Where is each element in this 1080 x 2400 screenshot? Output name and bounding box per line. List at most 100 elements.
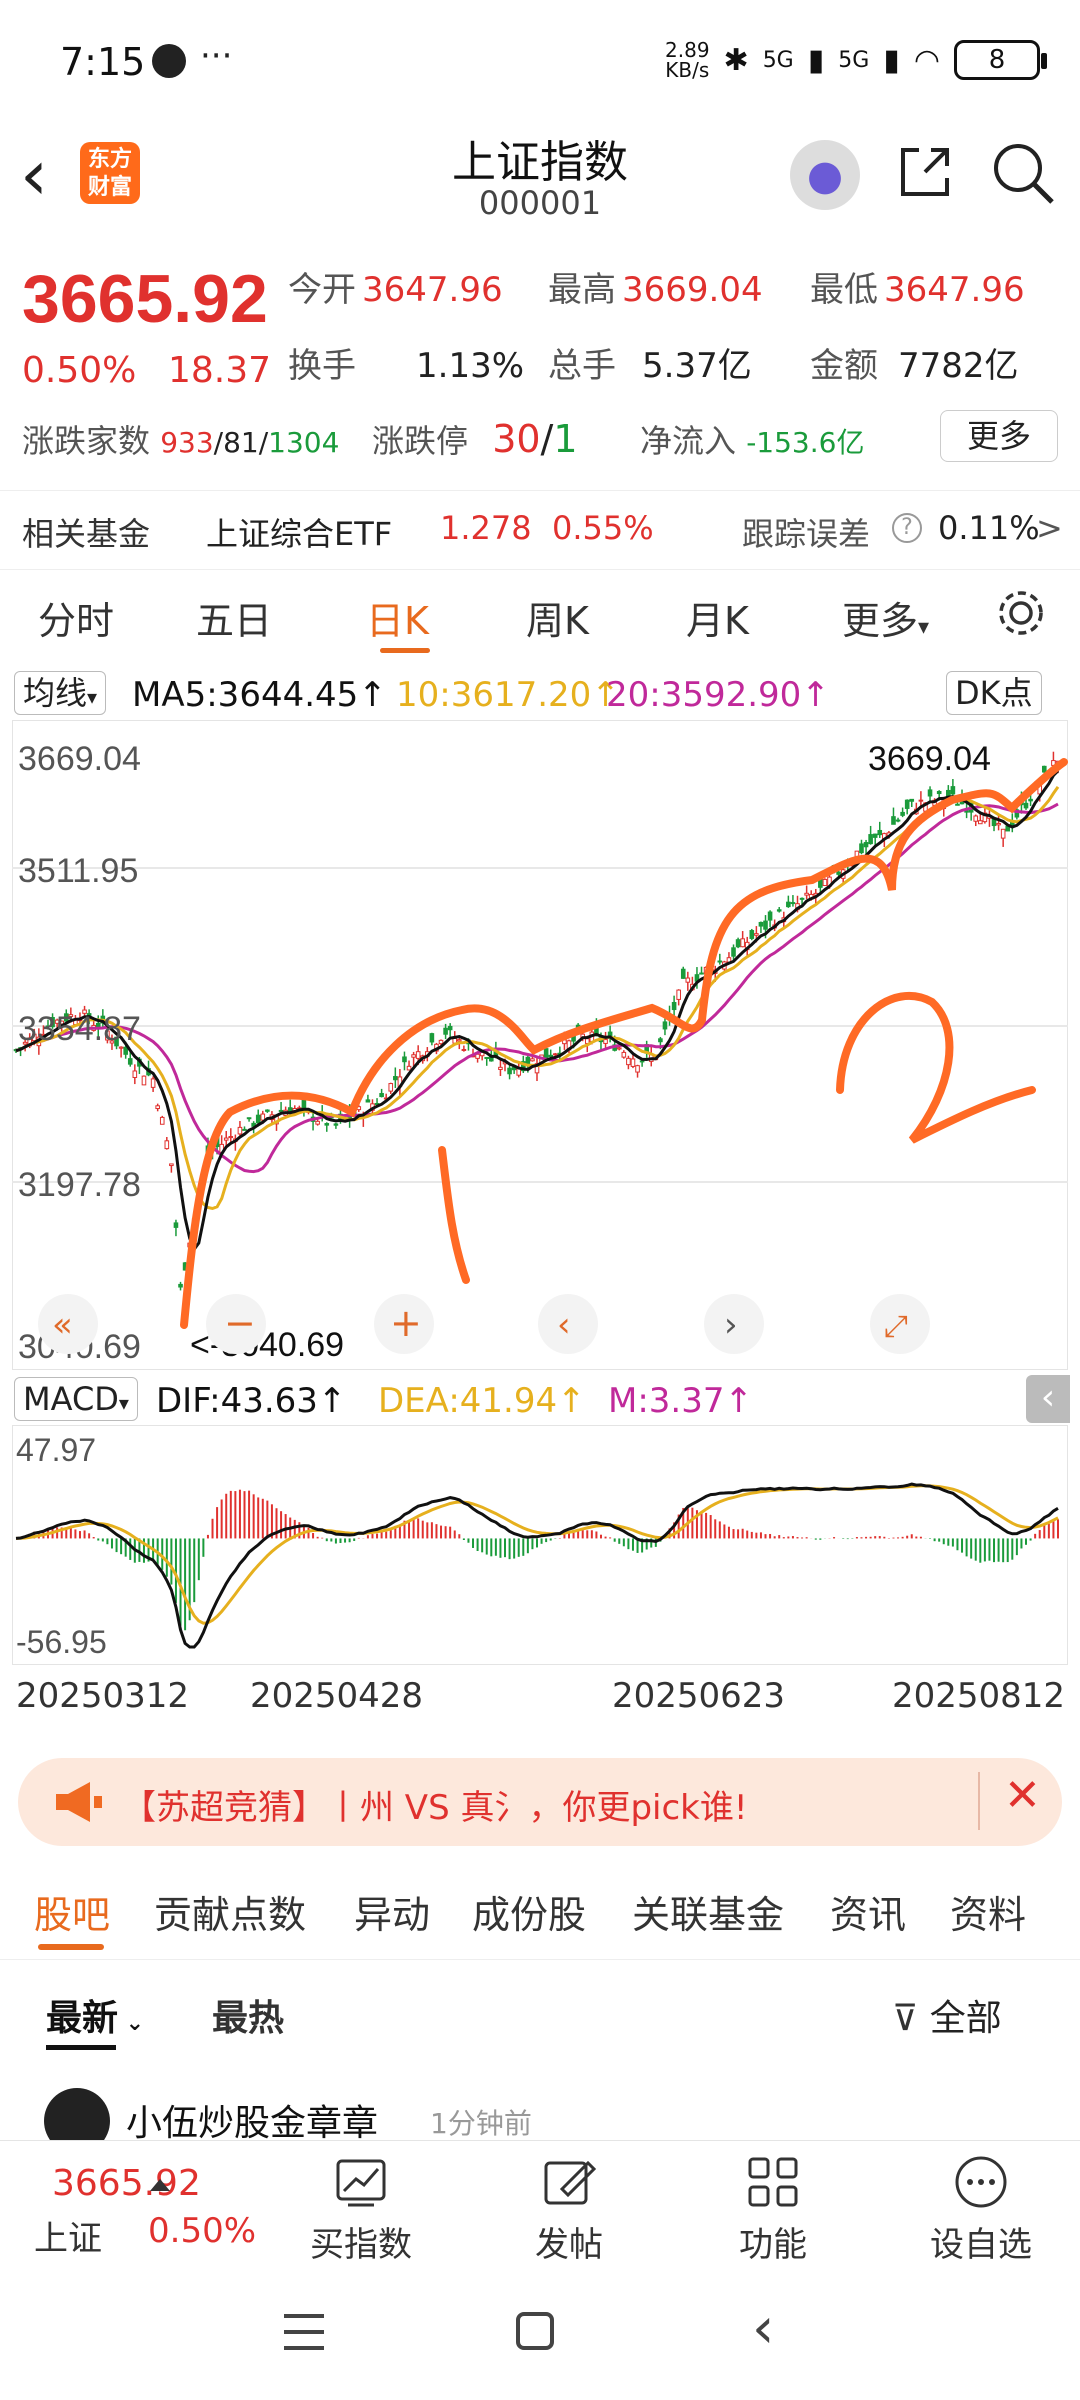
- fund-price: 1.278: [440, 509, 532, 547]
- candle-body: [758, 921, 764, 927]
- candle-body: [141, 1075, 147, 1086]
- chevron-right-icon-chart: ›: [724, 1305, 738, 1345]
- candle-body: [754, 933, 759, 936]
- assistant-robot-icon[interactable]: [790, 140, 860, 210]
- indicator-selector[interactable]: 均线▾: [14, 671, 107, 715]
- candle-body: [429, 1033, 435, 1043]
- functions-button[interactable]: 功能: [698, 2153, 848, 2266]
- edit-icon: [544, 2160, 597, 2205]
- tab-contribution[interactable]: 贡献点数: [154, 1884, 306, 1939]
- help-icon[interactable]: ?: [892, 513, 922, 543]
- status-icons: 2.89 KB/s ✱ 5G ▮ 5G ▮ ◠ 8: [665, 40, 1047, 80]
- candle-body: [228, 1136, 234, 1139]
- candle-body: [1000, 828, 1006, 839]
- candle-body: [164, 1140, 170, 1150]
- candle-body: [799, 897, 805, 900]
- amount-stat: 金额 7782亿: [810, 346, 1019, 386]
- candle-body: [996, 822, 1001, 826]
- candle-body: [178, 1283, 183, 1288]
- kline-chart[interactable]: 3669.04 3511.95 3354.87 3197.78 3040.69 …: [12, 720, 1068, 1370]
- signal-bars-icon-2: ▮: [883, 42, 900, 78]
- filter-icon: ⊽: [892, 1998, 930, 2039]
- limit-stat: 涨跌停 30/1: [372, 417, 578, 461]
- tab-related-funds[interactable]: 关联基金: [632, 1884, 784, 1939]
- candle-body: [900, 811, 905, 816]
- candle-body: [927, 789, 933, 797]
- share-icon[interactable]: [895, 142, 955, 202]
- settings-gear-icon[interactable]: [994, 586, 1048, 640]
- macd-legend-row: MACD▾ DIF:43.63↑ DEA:41.94↑ M:3.37↑ ‹: [0, 1375, 1080, 1425]
- current-price: 3665.92: [22, 261, 268, 337]
- home-nav-icon[interactable]: [516, 2312, 554, 2350]
- post-button[interactable]: 发帖: [494, 2153, 644, 2266]
- candle-body: [402, 1056, 407, 1063]
- avatar: [44, 2088, 110, 2140]
- candle-body: [909, 798, 915, 802]
- candle-body: [662, 1021, 668, 1030]
- low-stat: 最低 3647.96: [810, 270, 1025, 310]
- candle-body: [735, 939, 741, 948]
- ma10-value: 10:3617.20↑: [396, 675, 620, 715]
- collapse-panel-icon[interactable]: ‹: [1026, 1375, 1070, 1423]
- tab-guba[interactable]: 股吧: [34, 1884, 110, 1939]
- wifi-icon: ◠: [913, 42, 940, 78]
- sort-latest[interactable]: 最新 ⌄: [46, 1989, 144, 2041]
- macd-selector[interactable]: MACD▾: [14, 1377, 138, 1421]
- related-fund-row[interactable]: 相关基金 上证综合ETF 1.278 0.55% 跟踪误差 ? 0.11% >: [0, 490, 1080, 570]
- tab-monthly-k[interactable]: 月K: [686, 590, 749, 645]
- banner-text: 【苏超竞猜】丨州 VS 真氵，你更pick谁!: [122, 1788, 748, 1828]
- expand-up-icon[interactable]: [150, 2179, 170, 2191]
- tab-constituents[interactable]: 成份股: [472, 1884, 586, 1939]
- candle-body: [635, 1065, 640, 1073]
- search-icon[interactable]: [990, 140, 1056, 206]
- menu-nav-icon[interactable]: [284, 2314, 324, 2350]
- macd-chart: 47.97 -56.95: [12, 1425, 1068, 1665]
- add-watchlist-button[interactable]: 设自选: [906, 2153, 1056, 2266]
- tab-intraday[interactable]: 分时: [38, 590, 114, 645]
- tab-daily-k[interactable]: 日K: [366, 590, 429, 645]
- candle-body: [461, 1048, 467, 1051]
- sort-hot[interactable]: 最热: [212, 1989, 284, 2041]
- fund-pct: 0.55%: [552, 509, 654, 547]
- grid-icon: [748, 2157, 798, 2207]
- promo-banner[interactable]: 【苏超竞猜】丨州 VS 真氵，你更pick谁! ✕: [18, 1758, 1062, 1846]
- candle-body: [740, 938, 745, 948]
- status-bar: 7:15 ··· 2.89 KB/s ✱ 5G ▮ 5G ▮ ◠ 8: [0, 0, 1080, 120]
- candle-body: [763, 920, 768, 930]
- back-nav-icon[interactable]: ‹: [752, 2296, 774, 2361]
- candle-body: [169, 1163, 174, 1167]
- dk-point-button[interactable]: DK点: [946, 671, 1042, 715]
- date-label-1: 20250312: [16, 1676, 190, 1716]
- buy-index-button[interactable]: 买指数: [286, 2153, 436, 2266]
- dif-value: DIF:43.63↑: [156, 1381, 347, 1421]
- filter-button[interactable]: ⊽ 全部: [892, 1989, 1002, 2041]
- tab-five-day[interactable]: 五日: [196, 590, 272, 645]
- tab-news[interactable]: 资讯: [830, 1884, 906, 1939]
- candle-body: [242, 1128, 247, 1131]
- chevron-left-icon: ‹: [557, 1305, 571, 1345]
- candle-body: [616, 1047, 622, 1050]
- candle-body: [411, 1054, 416, 1058]
- candle-body: [603, 1039, 608, 1044]
- candle-body: [804, 892, 809, 896]
- candle-body: [507, 1067, 512, 1075]
- date-label-4: 20250812: [892, 1676, 1066, 1716]
- post-peek[interactable]: 小伍炒股金章章 1分钟前: [0, 2080, 1080, 2140]
- tab-more[interactable]: 更多▾: [842, 590, 929, 645]
- signal-bars-icon: ▮: [807, 42, 825, 78]
- candle-body: [443, 1027, 448, 1035]
- minus-icon: −: [224, 1301, 256, 1345]
- status-time: 7:15: [60, 40, 146, 84]
- tab-profile[interactable]: 资料: [950, 1884, 1026, 1939]
- more-stats-button[interactable]: 更多: [940, 410, 1058, 462]
- candle-body: [406, 1065, 412, 1071]
- candle-body: [552, 1053, 558, 1056]
- plus-icon: +: [390, 1301, 422, 1345]
- candle-body: [132, 1070, 138, 1079]
- candle-body: [877, 829, 883, 836]
- close-icon[interactable]: ✕: [1004, 1770, 1041, 1821]
- macd-axis-top: 47.97: [16, 1432, 96, 1468]
- tab-weekly-k[interactable]: 周K: [526, 590, 589, 645]
- candle-body: [447, 1025, 453, 1031]
- tab-movement[interactable]: 异动: [354, 1884, 430, 1939]
